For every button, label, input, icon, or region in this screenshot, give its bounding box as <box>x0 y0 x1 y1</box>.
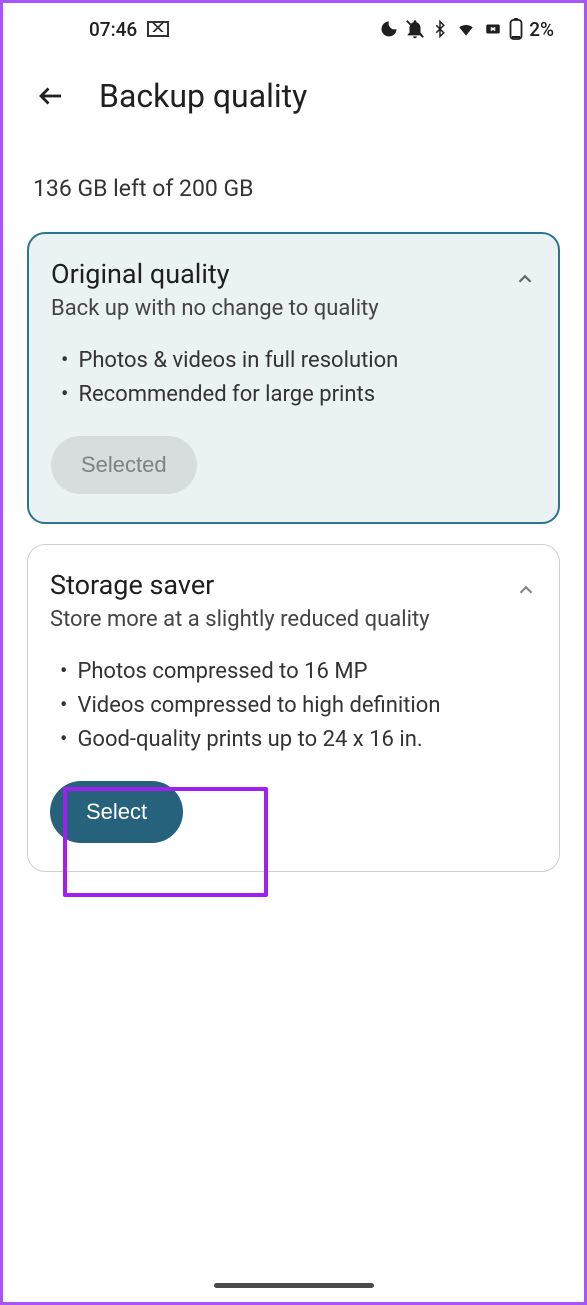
gmail-icon <box>147 21 169 37</box>
select-button[interactable]: Select <box>50 781 183 843</box>
bluetooth-icon <box>431 18 449 40</box>
wifi-icon <box>454 19 478 39</box>
chevron-up-icon[interactable] <box>515 579 537 605</box>
dnd-moon-icon <box>379 19 399 39</box>
card-storage-saver[interactable]: Storage saver Store more at a slightly r… <box>27 544 560 872</box>
card-original-quality[interactable]: Original quality Back up with no change … <box>27 232 560 524</box>
status-bar: 07:46 2% <box>3 3 584 49</box>
card-title: Storage saver <box>50 569 505 601</box>
chevron-up-icon[interactable] <box>514 268 536 294</box>
card-subtitle: Store more at a slightly reduced quality <box>50 605 505 635</box>
back-button[interactable] <box>33 78 69 114</box>
card-bullets: Photos & videos in full resolution Recom… <box>51 324 536 436</box>
selected-button: Selected <box>51 436 197 494</box>
status-time: 07:46 <box>89 18 137 41</box>
list-item: Photos compressed to 16 MP <box>60 655 531 689</box>
list-item: Recommended for large prints <box>61 378 530 412</box>
storage-remaining: 136 GB left of 200 GB <box>3 135 584 232</box>
data-x-icon <box>483 20 503 38</box>
list-item: Good-quality prints up to 24 x 16 in. <box>60 723 531 757</box>
arrow-left-icon <box>36 81 66 111</box>
notifications-off-icon <box>404 18 426 40</box>
card-bullets: Photos compressed to 16 MP Videos compre… <box>50 635 537 781</box>
card-title: Original quality <box>51 258 504 290</box>
home-indicator[interactable] <box>214 1283 374 1288</box>
page-title: Backup quality <box>99 77 307 115</box>
list-item: Photos & videos in full resolution <box>61 344 530 378</box>
battery-percent: 2% <box>529 18 554 41</box>
header: Backup quality <box>3 49 584 135</box>
battery-icon <box>508 17 524 41</box>
card-subtitle: Back up with no change to quality <box>51 294 504 324</box>
list-item: Videos compressed to high definition <box>60 689 531 723</box>
